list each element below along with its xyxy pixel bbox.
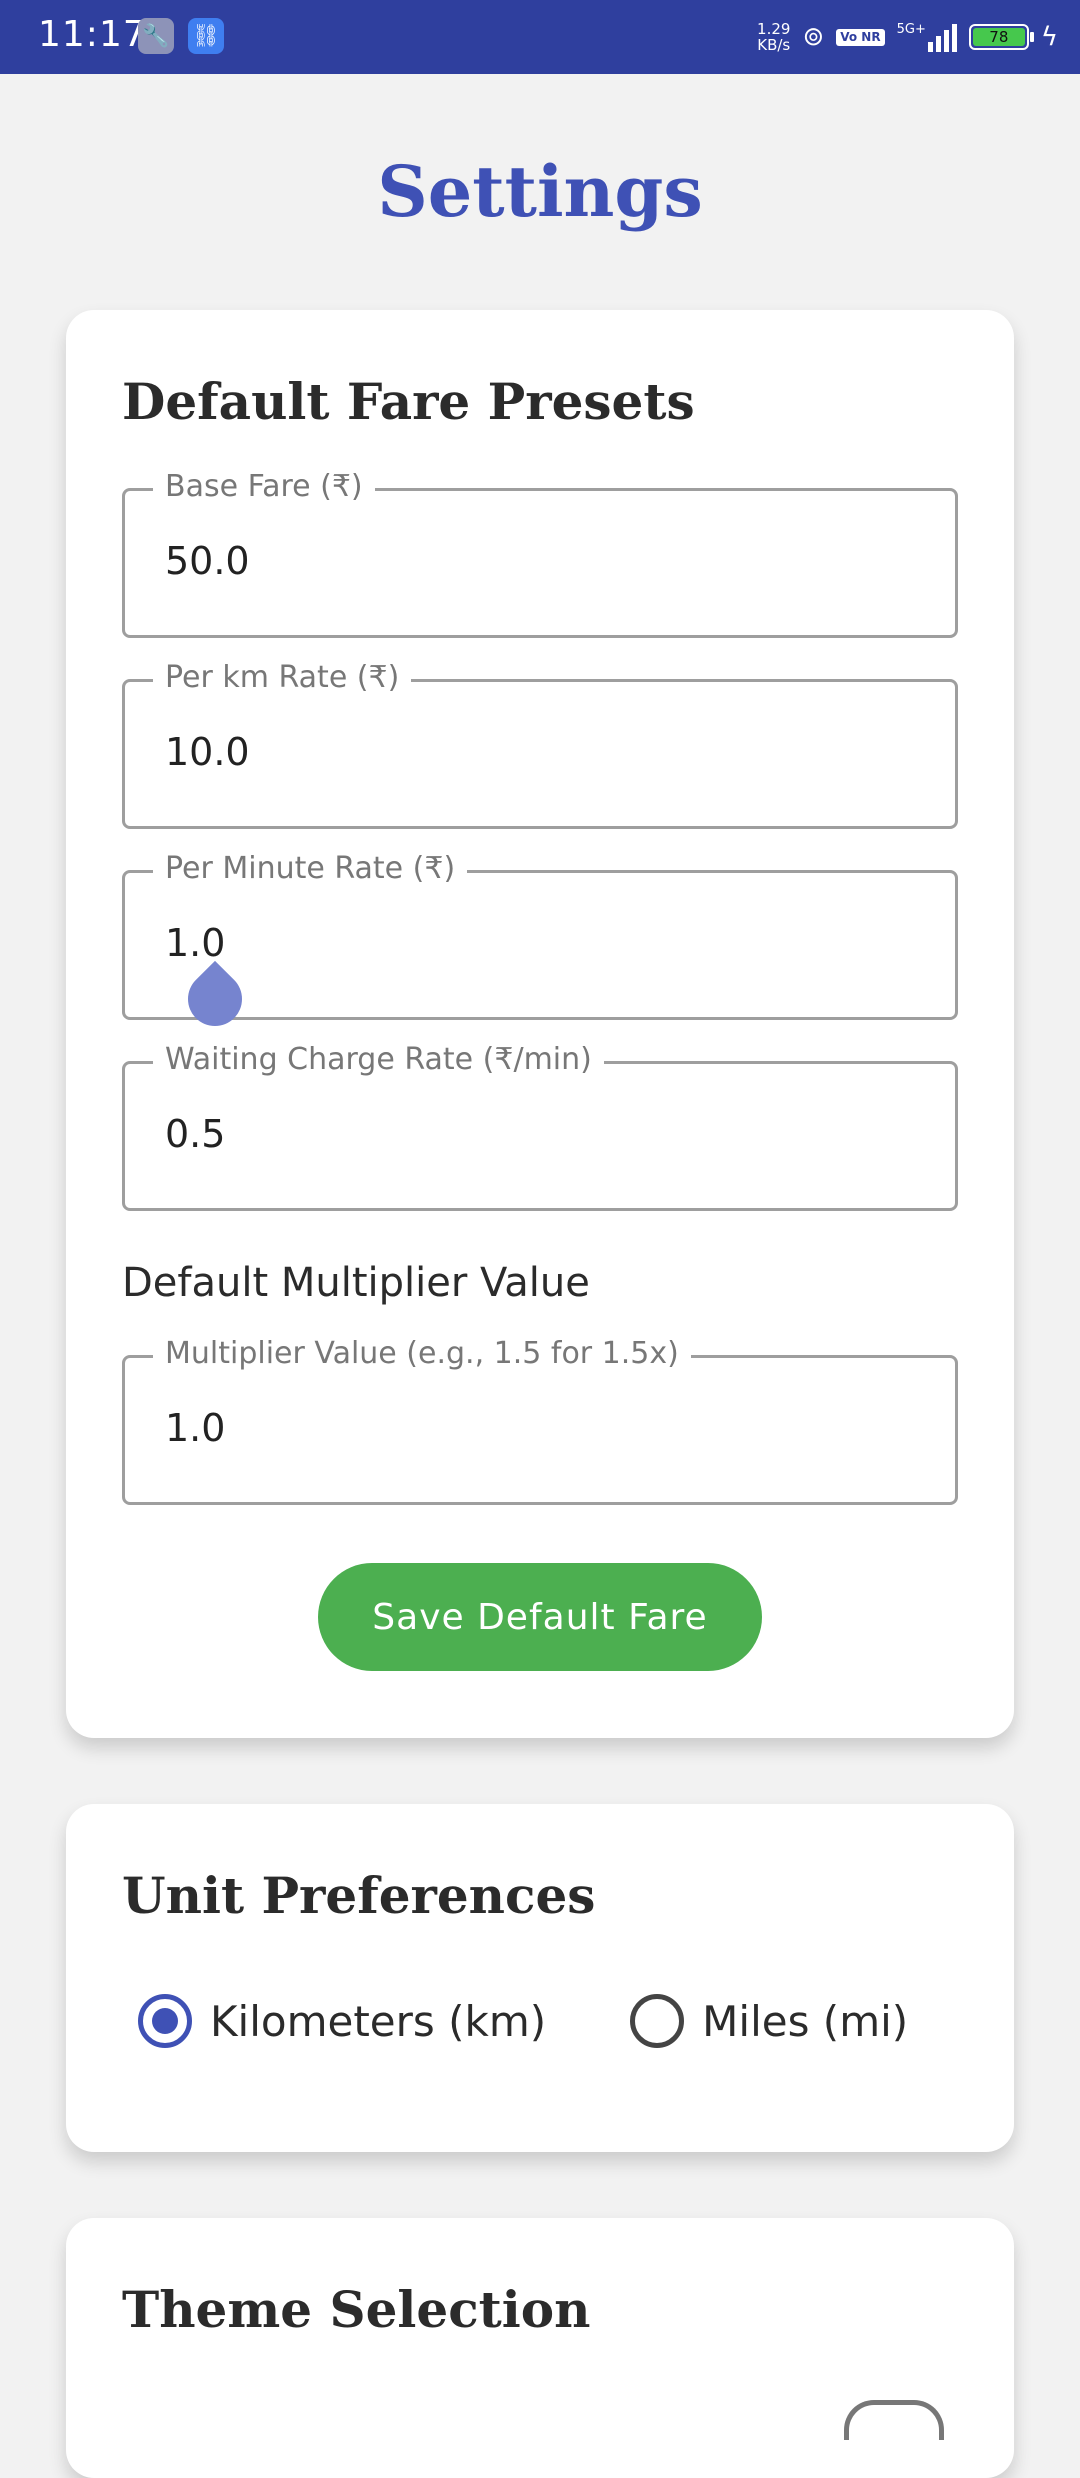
per-minute-rate-field[interactable]: Per Minute Rate (₹) (122, 851, 958, 1020)
theme-toggle[interactable] (844, 2400, 944, 2440)
radio-km-label: Kilometers (km) (210, 1996, 547, 2046)
per-km-rate-label: Per km Rate (₹) (153, 660, 412, 695)
theme-selection-title: Theme Selection (122, 2280, 591, 2339)
unit-preferences-card: Unit Preferences Kilometers (km) Miles (… (66, 1804, 1014, 2152)
battery-icon: 78 (968, 24, 1034, 50)
multiplier-heading: Default Multiplier Value (122, 1260, 590, 1306)
hotspot-icon: ⊚ (802, 22, 825, 52)
multiplier-label: Multiplier Value (e.g., 1.5 for 1.5x) (153, 1336, 691, 1371)
unit-radio-group: Kilometers (km) Miles (mi) (138, 1994, 992, 2048)
multiplier-field[interactable]: Multiplier Value (e.g., 1.5 for 1.5x) (122, 1336, 958, 1505)
status-icons: 1.29 KB/s ⊚ Vo NR 5G+ 78 ϟ (757, 12, 1058, 62)
per-km-rate-input[interactable] (165, 730, 865, 774)
signal-indicator: 5G+ (897, 22, 957, 52)
unit-preferences-title: Unit Preferences (122, 1866, 596, 1925)
save-default-fare-button[interactable]: Save Default Fare (318, 1563, 762, 1671)
link-icon: ⛓ (188, 18, 224, 54)
page-title: Settings (377, 150, 703, 233)
signal-icon (927, 22, 957, 52)
battery-level: 78 (972, 28, 1025, 46)
per-minute-rate-input[interactable] (165, 921, 865, 965)
network-speed: 1.29 KB/s (757, 21, 790, 53)
base-fare-field[interactable]: Base Fare (₹) (122, 469, 958, 638)
speed-unit: KB/s (757, 36, 791, 54)
radio-km[interactable] (138, 1994, 192, 2048)
status-time: 11:17 (38, 14, 147, 55)
per-minute-rate-label: Per Minute Rate (₹) (153, 851, 468, 886)
radio-miles[interactable] (630, 1994, 685, 2048)
per-km-rate-field[interactable]: Per km Rate (₹) (122, 660, 958, 829)
charging-icon: ϟ (1040, 22, 1058, 52)
fare-presets-card: Default Fare Presets Base Fare (₹) Per k… (66, 310, 1014, 1738)
waiting-charge-input[interactable] (165, 1112, 865, 1156)
radio-option-miles[interactable]: Miles (mi) (630, 1994, 908, 2048)
waiting-charge-label: Waiting Charge Rate (₹/min) (153, 1042, 604, 1077)
network-type: 5G+ (896, 22, 926, 37)
base-fare-input[interactable] (165, 539, 865, 583)
fare-presets-title: Default Fare Presets (122, 372, 695, 431)
multiplier-input[interactable] (165, 1406, 865, 1450)
speed-value: 1.29 (757, 20, 791, 38)
waiting-charge-field[interactable]: Waiting Charge Rate (₹/min) (122, 1042, 958, 1211)
base-fare-label: Base Fare (₹) (153, 469, 375, 504)
vonr-icon: Vo NR (836, 28, 885, 46)
radio-option-km[interactable]: Kilometers (km) (138, 1994, 546, 2048)
radio-miles-label: Miles (mi) (702, 1996, 909, 2046)
status-bar: 11:17 🔧 ⛓ 1.29 KB/s ⊚ Vo NR 5G+ 78 ϟ (0, 0, 1080, 74)
theme-selection-card: Theme Selection (66, 2218, 1014, 2478)
wrench-icon: 🔧 (138, 18, 174, 54)
